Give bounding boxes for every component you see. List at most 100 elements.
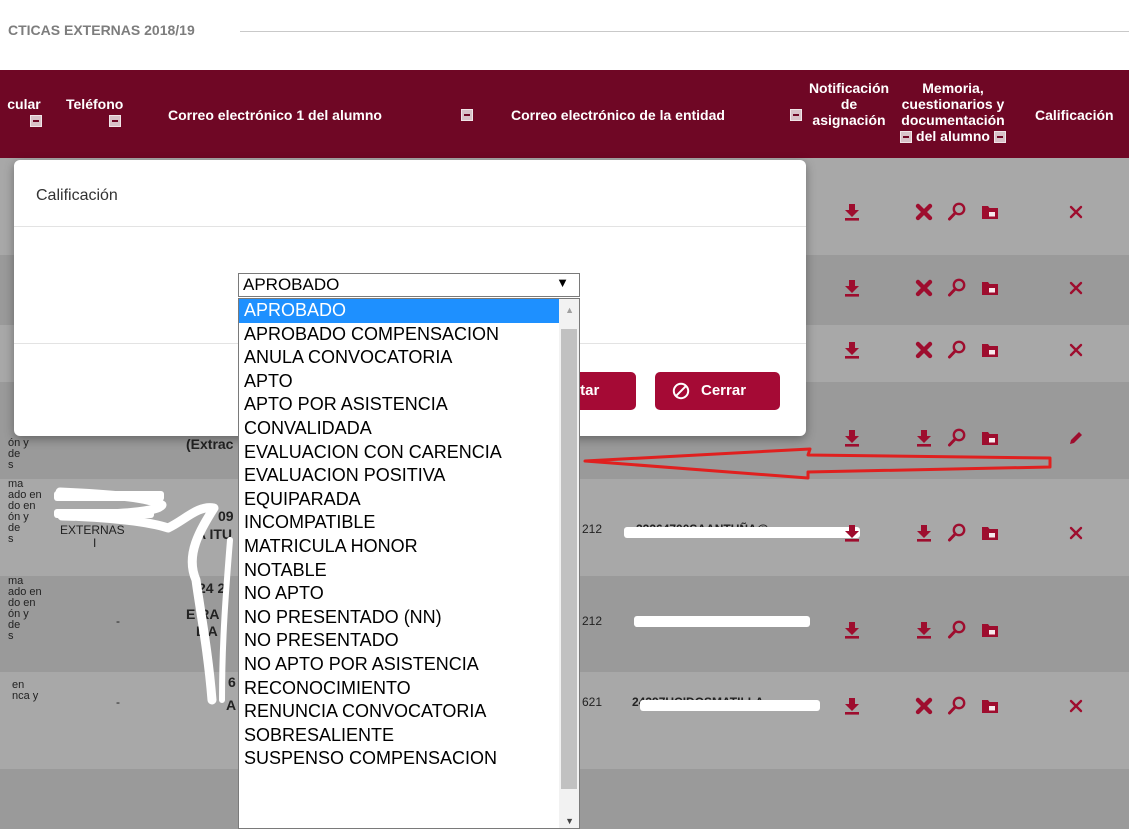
download-icon[interactable] xyxy=(842,696,862,716)
sort-icon[interactable] xyxy=(900,131,913,144)
download-icon[interactable] xyxy=(914,620,934,640)
row-text: s xyxy=(8,533,14,545)
sort-icon[interactable] xyxy=(461,109,473,121)
table-header: cular Teléfono Correo electrónico 1 del … xyxy=(0,70,1129,158)
close-icon[interactable] xyxy=(1066,523,1086,543)
grade-select[interactable]: APROBADO ▼ xyxy=(238,273,580,297)
column-header-correo-entidad[interactable]: Correo electrónico de la entidad xyxy=(511,107,725,123)
row-text: (Extrac xyxy=(186,436,234,452)
row-text: EXTERNAS xyxy=(60,523,125,537)
download-icon[interactable] xyxy=(914,428,934,448)
column-header-partial-label: cular xyxy=(7,96,41,112)
column-header-partial[interactable]: cular xyxy=(6,96,42,128)
row-text: nca y xyxy=(12,690,39,702)
grade-option[interactable]: EVALUACION CON CARENCIA xyxy=(239,441,579,465)
folder-icon[interactable] xyxy=(980,340,1000,360)
folder-icon[interactable] xyxy=(980,523,1000,543)
grade-option[interactable]: SUSPENSO COMPENSACION xyxy=(239,747,579,771)
column-header-correo-alumno[interactable]: Correo electrónico 1 del alumno xyxy=(168,107,382,123)
grade-option[interactable]: APROBADO COMPENSACION xyxy=(239,323,579,347)
close-button[interactable]: Cerrar xyxy=(655,372,780,410)
grade-option[interactable]: NO APTO xyxy=(239,582,579,606)
x-mark-icon[interactable] xyxy=(914,202,934,222)
redaction-scribble xyxy=(640,700,820,711)
download-icon[interactable] xyxy=(842,523,862,543)
grade-option[interactable]: APTO POR ASISTENCIA xyxy=(239,393,579,417)
column-header-memoria[interactable]: Memoria, cuestionarios y documentación d… xyxy=(878,80,1028,144)
magnifier-icon[interactable] xyxy=(947,202,967,222)
x-mark-icon[interactable] xyxy=(914,696,934,716)
column-header-calificacion[interactable]: Calificación xyxy=(1035,107,1114,123)
grade-option[interactable]: INCOMPATIBLE xyxy=(239,511,579,535)
close-icon[interactable] xyxy=(1066,202,1086,222)
grade-select-value: APROBADO xyxy=(243,275,340,294)
magnifier-icon[interactable] xyxy=(947,620,967,640)
grade-options-list[interactable]: APROBADO APROBADO COMPENSACION ANULA CONVO… xyxy=(238,298,580,829)
sort-icon[interactable] xyxy=(30,115,42,128)
folder-icon[interactable] xyxy=(980,278,1000,298)
grade-option[interactable]: NO PRESENTADO xyxy=(239,629,579,653)
grade-option[interactable]: MATRICULA HONOR xyxy=(239,535,579,559)
x-mark-icon[interactable] xyxy=(914,340,934,360)
grade-option[interactable]: APROBADO xyxy=(239,299,579,323)
row-text: L A xyxy=(196,623,218,639)
grade-option[interactable]: NO PRESENTADO (NN) xyxy=(239,606,579,630)
folder-icon[interactable] xyxy=(980,428,1000,448)
download-icon[interactable] xyxy=(842,202,862,222)
download-icon[interactable] xyxy=(842,340,862,360)
modal-divider xyxy=(14,226,806,227)
magnifier-icon[interactable] xyxy=(947,696,967,716)
close-icon[interactable] xyxy=(1066,340,1086,360)
page: CTICAS EXTERNAS 2018/19 cular Teléfono C… xyxy=(0,0,1129,829)
magnifier-icon[interactable] xyxy=(947,523,967,543)
download-icon[interactable] xyxy=(842,278,862,298)
scrollbar[interactable]: ▲ ▼ xyxy=(559,299,579,828)
folder-icon[interactable] xyxy=(980,202,1000,222)
grade-option[interactable]: RENUNCIA CONVOCATORIA xyxy=(239,700,579,724)
scroll-up-icon[interactable]: ▲ xyxy=(565,305,574,315)
notificacion-line-2: de xyxy=(840,96,858,112)
grade-option[interactable]: APTO xyxy=(239,370,579,394)
redaction-scribble xyxy=(634,616,810,627)
scrollbar-thumb[interactable] xyxy=(561,329,577,789)
row-phone: 212 xyxy=(582,522,603,536)
column-header-telefono[interactable]: Teléfono xyxy=(66,96,123,128)
grade-option[interactable]: CONVALIDADA xyxy=(239,417,579,441)
close-icon[interactable] xyxy=(1066,696,1086,716)
scroll-down-icon[interactable]: ▼ xyxy=(565,816,574,826)
grade-option[interactable]: ANULA CONVOCATORIA xyxy=(239,346,579,370)
grade-option[interactable]: EQUIPARADA xyxy=(239,488,579,512)
redaction-scribble xyxy=(54,491,164,501)
column-header-correo-alumno-label: Correo electrónico 1 del alumno xyxy=(168,107,382,123)
pencil-icon[interactable] xyxy=(1066,428,1086,448)
redaction-scribble xyxy=(54,509,154,518)
download-icon[interactable] xyxy=(842,620,862,640)
redaction-scribble xyxy=(624,527,860,538)
section-header: CTICAS EXTERNAS 2018/19 xyxy=(0,0,1129,70)
sort-icon[interactable] xyxy=(108,115,121,128)
memoria-line-2: cuestionarios y xyxy=(901,96,1005,112)
row-text: - xyxy=(116,695,120,709)
close-button-label: Cerrar xyxy=(701,382,747,399)
magnifier-icon[interactable] xyxy=(947,278,967,298)
row-text: E RA xyxy=(186,606,220,622)
magnifier-icon[interactable] xyxy=(947,340,967,360)
section-rule xyxy=(240,31,1129,32)
chevron-down-icon[interactable]: ▼ xyxy=(556,275,569,290)
grade-option[interactable]: SOBRESALIENTE xyxy=(239,724,579,748)
memoria-line-3: documentación xyxy=(901,112,1005,128)
grade-option[interactable]: NOTABLE xyxy=(239,559,579,583)
close-icon[interactable] xyxy=(1066,278,1086,298)
grade-option[interactable]: NO APTO POR ASISTENCIA xyxy=(239,653,579,677)
row-phone: 212 xyxy=(582,614,603,628)
grade-option[interactable]: EVALUACION POSITIVA xyxy=(239,464,579,488)
magnifier-icon[interactable] xyxy=(947,428,967,448)
grade-option[interactable]: RECONOCIMIENTO xyxy=(239,677,579,701)
folder-icon[interactable] xyxy=(980,696,1000,716)
x-mark-icon[interactable] xyxy=(914,278,934,298)
folder-icon[interactable] xyxy=(980,620,1000,640)
download-icon[interactable] xyxy=(914,523,934,543)
sort-icon[interactable] xyxy=(993,131,1006,144)
download-icon[interactable] xyxy=(842,428,862,448)
column-header-correo-entidad-label: Correo electrónico de la entidad xyxy=(511,107,725,123)
